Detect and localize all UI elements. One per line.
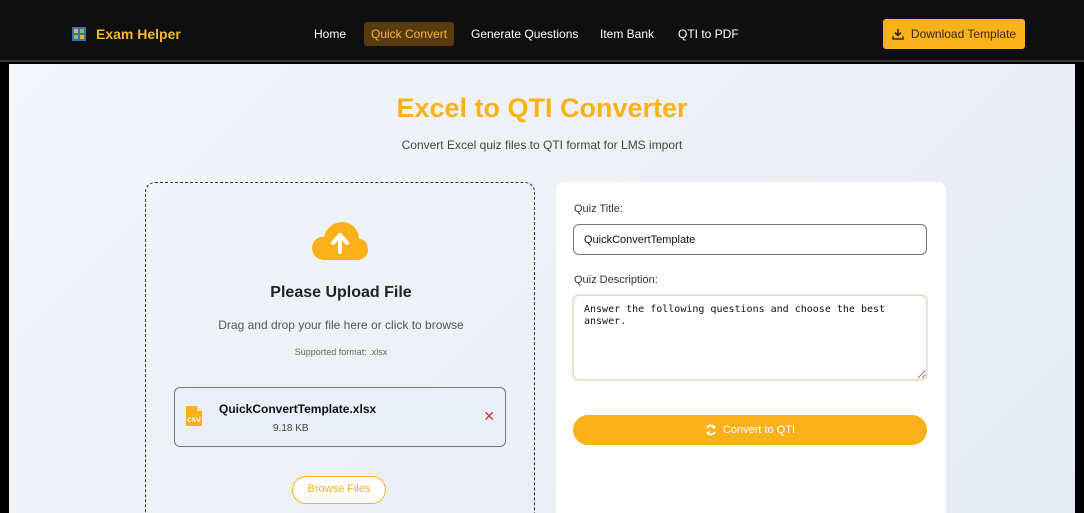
supported-format: Supported format: .xlsx	[294, 347, 388, 357]
puzzle-logo-icon	[72, 27, 86, 41]
app-frame: Exam Helper Home Quick Convert Generate …	[0, 0, 1084, 513]
navbar: Exam Helper Home Quick Convert Generate …	[0, 0, 1084, 62]
quiz-description-label: Quiz Description:	[574, 274, 658, 286]
quiz-title-label: Quiz Title:	[574, 203, 623, 215]
main-content: Excel to QTI Converter Convert Excel qui…	[9, 64, 1075, 513]
convert-label: Convert to QTI	[722, 424, 796, 436]
brand-name: Exam Helper	[96, 26, 181, 42]
convert-to-qti-button[interactable]: Convert to QTI	[573, 415, 927, 445]
remove-file-button[interactable]: ✕	[483, 408, 495, 425]
upload-dropzone[interactable]: Please Upload File Drag and drop your fi…	[145, 182, 535, 513]
brand[interactable]: Exam Helper	[72, 24, 181, 44]
upload-hint: Drag and drop your file here or click to…	[218, 318, 464, 332]
upload-heading: Please Upload File	[270, 284, 412, 301]
nav-item-bank[interactable]: Item Bank	[593, 22, 661, 46]
file-size: 9.18 KB	[273, 423, 309, 434]
nav-quick-convert[interactable]: Quick Convert	[364, 22, 455, 46]
nav-generate-questions[interactable]: Generate Questions	[464, 22, 585, 46]
nav-home[interactable]: Home	[307, 22, 353, 46]
download-icon	[892, 29, 904, 40]
file-icon-label: CSV	[187, 417, 201, 424]
cloud-upload-icon	[312, 222, 368, 260]
refresh-icon	[706, 424, 716, 436]
download-template-label: Download Template	[910, 27, 1017, 41]
nav-qti-to-pdf[interactable]: QTI to PDF	[671, 22, 746, 46]
quiz-description-textarea[interactable]: Answer the following questions and choos…	[573, 295, 927, 380]
file-csv-icon: CSV	[186, 406, 202, 426]
browse-files-button[interactable]: Browse Files	[292, 476, 386, 504]
download-template-button[interactable]: Download Template	[883, 19, 1025, 49]
quiz-title-input[interactable]	[573, 224, 927, 255]
page-title: Excel to QTI Converter	[396, 93, 688, 123]
page-subtitle: Convert Excel quiz files to QTI format f…	[401, 138, 683, 152]
quiz-form: Quiz Title: Quiz Description: Answer the…	[556, 182, 946, 513]
file-name: QuickConvertTemplate.xlsx	[219, 402, 377, 416]
uploaded-file-card: CSV QuickConvertTemplate.xlsx 9.18 KB ✕	[174, 387, 506, 447]
